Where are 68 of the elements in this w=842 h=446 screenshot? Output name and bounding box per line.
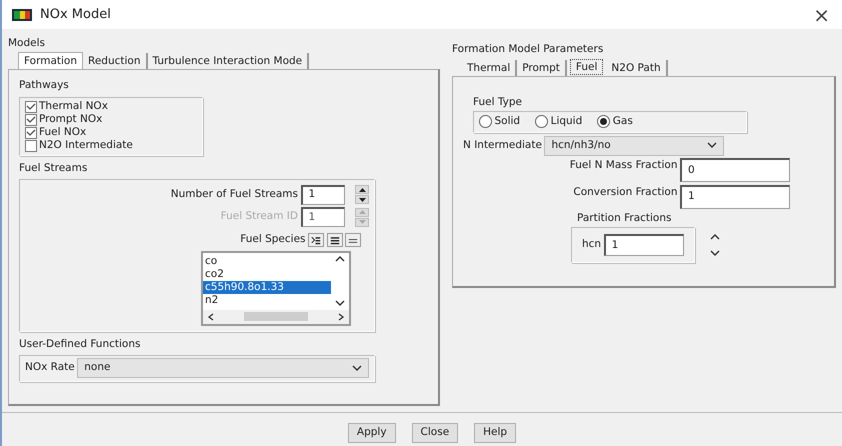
- scroll-down-icon[interactable]: [335, 300, 345, 307]
- checkbox[interactable]: [25, 140, 37, 152]
- scroll-left-icon[interactable]: [208, 312, 214, 320]
- section-label: Pathways: [19, 78, 70, 94]
- field-label: Conversion Fraction: [573, 184, 678, 200]
- dialog-button[interactable]: Help: [474, 423, 516, 443]
- number-field[interactable]: 1: [300, 184, 344, 205]
- radio-button[interactable]: [535, 115, 548, 128]
- field-label: Fuel N Mass Fraction: [570, 158, 678, 174]
- down-triangle-icon: [358, 198, 366, 202]
- checkbox[interactable]: [25, 126, 37, 138]
- scroll-up-icon[interactable]: [335, 255, 345, 262]
- spin-down-button[interactable]: [355, 195, 369, 204]
- scrollbar-thumb[interactable]: [244, 312, 308, 321]
- tab[interactable]: Formation: [18, 52, 83, 69]
- checkbox-label: N2O Intermediate: [39, 139, 133, 152]
- spin-up-button[interactable]: [355, 185, 369, 194]
- section-label: User-Defined Functions: [19, 336, 142, 352]
- up-triangle-icon: [358, 210, 366, 214]
- dialog-button[interactable]: Close: [412, 423, 458, 443]
- tab[interactable]: Thermal: [462, 60, 518, 76]
- tab[interactable]: N2O Path: [606, 60, 668, 76]
- list-item[interactable]: co: [203, 255, 331, 268]
- section-label: Partition Fractions: [577, 211, 672, 226]
- list-item[interactable]: co2: [203, 268, 331, 281]
- radio-label: Liquid: [550, 114, 582, 129]
- tab[interactable]: Prompt: [517, 60, 567, 76]
- chevron-down-icon[interactable]: [352, 364, 362, 372]
- list-item[interactable]: n2: [203, 294, 331, 307]
- checkbox-label: Thermal NOx: [39, 100, 108, 113]
- up-triangle-icon: [358, 188, 366, 192]
- close-button[interactable]: ×: [809, 4, 834, 24]
- checkbox-label: Prompt NOx: [39, 113, 102, 126]
- list-item[interactable]: c55h90.8o1.33: [203, 281, 331, 294]
- window-title: NOx Model: [40, 6, 111, 24]
- nox-rate-dropdown[interactable]: none: [77, 358, 369, 378]
- scroll-down-icon[interactable]: [710, 250, 720, 257]
- checkbox[interactable]: [25, 114, 37, 126]
- tab[interactable]: Turbulence Interaction Mode: [148, 52, 310, 69]
- field-label: Number of Fuel Streams: [170, 186, 298, 202]
- n-intermediate-dropdown[interactable]: hcn/nh3/no: [544, 136, 724, 156]
- checkbox-label: Fuel NOx: [39, 126, 86, 139]
- field-label: Fuel Species: [240, 232, 306, 248]
- section-label: Models: [8, 36, 46, 51]
- species-list[interactable]: co co2 c55h90.8o1.33 n2: [201, 250, 351, 326]
- radio-button[interactable]: [479, 115, 492, 128]
- checkbox[interactable]: [25, 100, 37, 112]
- app-icon: [12, 8, 32, 20]
- text-field[interactable]: 1: [680, 184, 790, 209]
- section-label: Formation Model Parameters: [452, 42, 604, 57]
- field-label: N Intermediate: [463, 138, 542, 153]
- scroll-up-icon[interactable]: [710, 233, 720, 240]
- down-triangle-icon: [358, 220, 366, 224]
- section-label: Fuel Type: [473, 94, 523, 110]
- scroll-right-icon[interactable]: [338, 312, 344, 320]
- radio-label: Gas: [612, 114, 633, 129]
- tab[interactable]: Reduction: [83, 52, 148, 69]
- section-label: Fuel Streams: [19, 160, 88, 176]
- field-label: hcn: [582, 237, 602, 252]
- dialog-button[interactable]: Apply: [348, 423, 396, 443]
- radio-label: Solid: [494, 114, 520, 129]
- chevron-down-icon[interactable]: [707, 142, 718, 150]
- tab[interactable]: Fuel: [570, 58, 604, 75]
- field-label: Fuel Stream ID: [220, 209, 298, 224]
- field-label: NOx Rate: [25, 360, 75, 376]
- text-field[interactable]: 1: [604, 234, 684, 256]
- text-field[interactable]: 0: [680, 158, 790, 182]
- radio-button[interactable]: [597, 115, 610, 128]
